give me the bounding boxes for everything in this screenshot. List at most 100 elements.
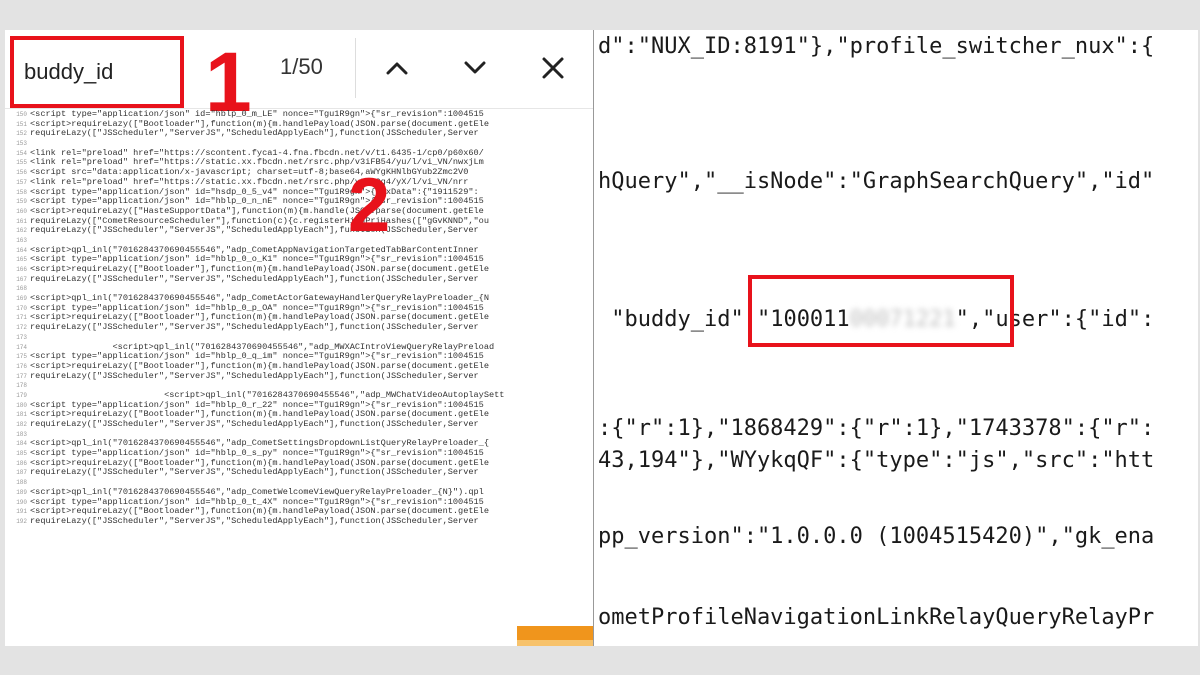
line-number: 161 bbox=[16, 217, 27, 225]
line-number: 165 bbox=[16, 256, 27, 264]
line-text: requireLazy(["JSScheduler","ServerJS","S… bbox=[30, 323, 479, 333]
zoomed-line-6: pp_version":"1.0.0.0 (1004515420)","gk_e… bbox=[598, 524, 1155, 549]
line-text: <script>qpl_inl("7016284370690455546","a… bbox=[30, 245, 479, 255]
line-text: <script>qpl_inl("7016284370690455546","a… bbox=[30, 439, 489, 449]
source-line: 150 <script type="application/json" id="h… bbox=[5, 110, 593, 120]
line-text: <script>requireLazy(["Bootloader"],funct… bbox=[30, 361, 489, 371]
line-number: 180 bbox=[16, 401, 27, 409]
line-number: 177 bbox=[16, 372, 27, 380]
line-number: 186 bbox=[16, 459, 27, 467]
line-number: 164 bbox=[16, 246, 27, 254]
line-text: <script>requireLazy(["Bootloader"],funct… bbox=[30, 507, 489, 517]
scrollbar-track[interactable] bbox=[517, 640, 593, 646]
line-text: requireLazy(["JSScheduler","ServerJS","S… bbox=[30, 371, 479, 381]
line-text: <link rel="preload" href="https://sconte… bbox=[30, 148, 484, 158]
scrollbar-thumb[interactable] bbox=[517, 626, 593, 640]
source-line: 184 <script>qpl_inl("7016284370690455546"… bbox=[5, 439, 593, 449]
source-line: 168 bbox=[5, 284, 593, 294]
source-line: 169 <script>qpl_inl("7016284370690455546"… bbox=[5, 294, 593, 304]
line-number: 181 bbox=[16, 411, 27, 419]
source-line: 187 requireLazy(["JSScheduler","ServerJS"… bbox=[5, 468, 593, 478]
line-text: <script>requireLazy(["Bootloader"],funct… bbox=[30, 119, 489, 129]
line-text: <script type="application/json" id="hblp… bbox=[30, 303, 484, 313]
line-text: <script type="application/json" id="hblp… bbox=[30, 400, 484, 410]
source-line: 190 <script type="application/json" id="h… bbox=[5, 498, 593, 508]
line-number: 156 bbox=[16, 169, 27, 177]
line-text: <script>requireLazy(["Bootloader"],funct… bbox=[30, 410, 489, 420]
source-line: 176 <script>requireLazy(["Bootloader"],fu… bbox=[5, 362, 593, 372]
source-line: 151 <script>requireLazy(["Bootloader"],fu… bbox=[5, 120, 593, 130]
line-number: 170 bbox=[16, 304, 27, 312]
line-text: <script type="application/json" id="hblp… bbox=[30, 497, 484, 507]
line-text: requireLazy(["CometResourceScheduler"],f… bbox=[30, 216, 489, 226]
next-match-button[interactable] bbox=[455, 48, 495, 88]
line-number: 185 bbox=[16, 450, 27, 458]
source-line: 177 requireLazy(["JSScheduler","ServerJS"… bbox=[5, 372, 593, 382]
source-line: 185 <script type="application/json" id="h… bbox=[5, 449, 593, 459]
source-line: 174 <script>qpl_inl("7016284370690455546… bbox=[5, 343, 593, 353]
source-line: 191 <script>requireLazy(["Bootloader"],fu… bbox=[5, 507, 593, 517]
line-text: <script type="application/json" id="hblp… bbox=[30, 110, 484, 119]
source-line: 160 <script>requireLazy(["HasteSupportDat… bbox=[5, 207, 593, 217]
source-line: 189 <script>qpl_inl("7016284370690455546"… bbox=[5, 488, 593, 498]
source-line: 155 <link rel="preload" href="https://sta… bbox=[5, 158, 593, 168]
source-line: 158 <script type="application/json" id="h… bbox=[5, 188, 593, 198]
source-line: 178 bbox=[5, 381, 593, 391]
line-text: requireLazy(["JSScheduler","ServerJS","S… bbox=[30, 516, 479, 526]
source-line: 183 bbox=[5, 430, 593, 440]
line-number: 187 bbox=[16, 469, 27, 477]
line-text: requireLazy(["JSScheduler","ServerJS","S… bbox=[30, 274, 479, 284]
line-text: <link rel="preload" href="https://static… bbox=[30, 158, 484, 168]
line-number: 190 bbox=[16, 498, 27, 506]
line-text: <script>requireLazy(["HasteSupportData"]… bbox=[30, 206, 484, 216]
chevron-up-icon bbox=[386, 62, 408, 75]
line-text: requireLazy(["JSScheduler","ServerJS","S… bbox=[30, 129, 479, 139]
source-line: 180 <script type="application/json" id="h… bbox=[5, 401, 593, 411]
line-number: 166 bbox=[16, 266, 27, 273]
line-number: 158 bbox=[16, 188, 27, 196]
line-text: requireLazy(["JSScheduler","ServerJS","S… bbox=[30, 226, 479, 236]
line-number: 160 bbox=[16, 207, 27, 215]
source-line: 188 bbox=[5, 478, 593, 488]
search-input[interactable]: buddy_id bbox=[10, 36, 184, 108]
zoomed-line-1: d":"NUX_ID:8191"},"profile_switcher_nux"… bbox=[598, 34, 1155, 59]
zoomed-line-7: ometProfileNavigationLinkRelayQueryRelay… bbox=[598, 605, 1155, 630]
line-number: 153 bbox=[16, 140, 27, 148]
line-text: <script>qpl_inl("7016284370690455546","a… bbox=[30, 342, 495, 352]
line-number: 157 bbox=[16, 178, 27, 186]
source-line: 153 bbox=[5, 139, 593, 149]
source-line: 179 <script>qpl_inl("7016284370690455546… bbox=[5, 391, 593, 401]
previous-match-button[interactable] bbox=[377, 48, 417, 88]
zoomed-line-5: 43,194"},"WYykqQF":{"type":"js","src":"h… bbox=[598, 448, 1155, 473]
line-number: 188 bbox=[16, 479, 27, 487]
source-line: 159 <script type="application/json" id="h… bbox=[5, 197, 593, 207]
buddy-id-highlight-box bbox=[748, 275, 1014, 347]
divider bbox=[355, 38, 356, 98]
source-line: 165 <script type="application/json" id="h… bbox=[5, 255, 593, 265]
source-line: 175 <script type="application/json" id="h… bbox=[5, 352, 593, 362]
line-number: 152 bbox=[16, 130, 27, 138]
line-number: 191 bbox=[16, 508, 27, 516]
line-text: requireLazy(["JSScheduler","ServerJS","S… bbox=[30, 420, 479, 429]
line-text: <script>qpl_inl("7016284370690455546","a… bbox=[30, 390, 505, 400]
line-number: 189 bbox=[16, 488, 27, 496]
buddy-id-key: "buddy_id" bbox=[598, 307, 757, 332]
source-line: 172 requireLazy(["JSScheduler","ServerJS"… bbox=[5, 323, 593, 333]
source-line: 192 requireLazy(["JSScheduler","ServerJS"… bbox=[5, 517, 593, 527]
source-line: 181 <script>requireLazy(["Bootloader"],fu… bbox=[5, 410, 593, 420]
line-number: 155 bbox=[16, 159, 27, 167]
view-source-panel: buddy_id 1 1/50 150 <script type="applica… bbox=[5, 30, 594, 646]
close-find-button[interactable] bbox=[533, 48, 573, 88]
line-number: 167 bbox=[16, 275, 27, 283]
line-number: 192 bbox=[16, 517, 27, 525]
source-line: 182 requireLazy(["JSScheduler","ServerJS"… bbox=[5, 420, 593, 430]
line-number: 159 bbox=[16, 198, 27, 206]
line-number: 169 bbox=[16, 295, 27, 303]
line-number: 174 bbox=[16, 343, 27, 351]
line-text: <script>requireLazy(["Bootloader"],funct… bbox=[30, 313, 489, 323]
close-icon bbox=[542, 57, 564, 79]
line-number: 179 bbox=[16, 391, 27, 399]
source-line: 186 <script>requireLazy(["Bootloader"],fu… bbox=[5, 459, 593, 469]
line-number: 150 bbox=[16, 111, 27, 118]
line-text: <script>qpl_inl("7016284370690455546","a… bbox=[30, 294, 489, 304]
